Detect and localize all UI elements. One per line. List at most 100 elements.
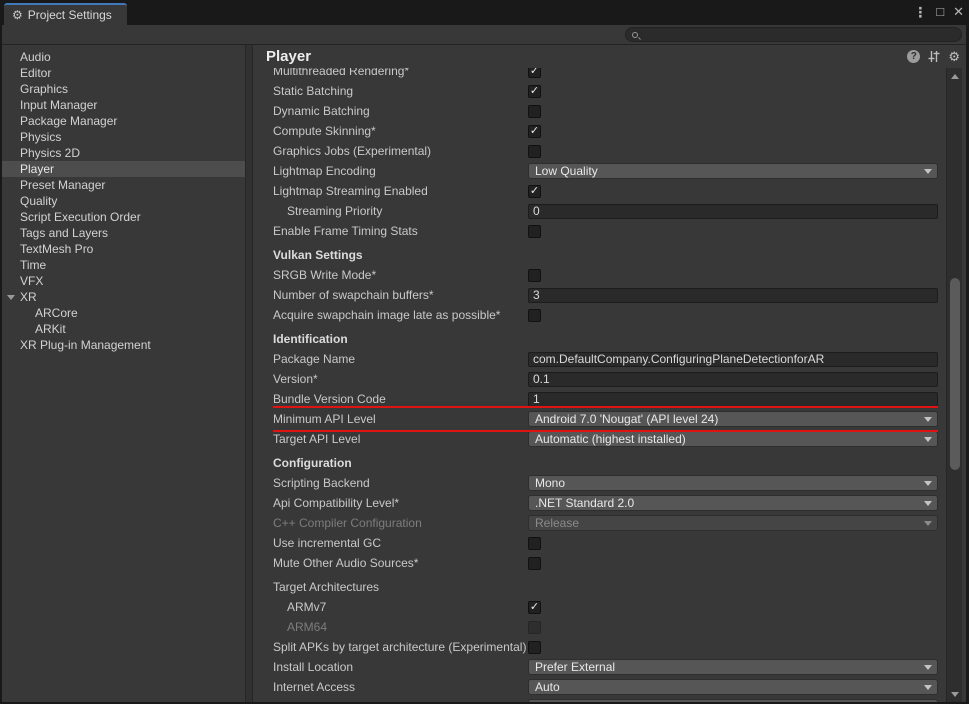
row-enable-frame-timing-stats: Enable Frame Timing Stats xyxy=(273,221,938,241)
chevron-down-icon xyxy=(924,481,932,486)
sidebar-item-time[interactable]: Time xyxy=(2,257,245,273)
chevron-down-icon xyxy=(924,685,932,690)
sidebar-item-tags-and-layers[interactable]: Tags and Layers xyxy=(2,225,245,241)
dropdown-write-permission[interactable]: Internal xyxy=(528,699,938,702)
checkbox-dynamic-batching[interactable] xyxy=(528,105,541,118)
text-field-version[interactable]: 0.1 xyxy=(528,372,938,387)
dropdown-minimum-api-level[interactable]: Android 7.0 'Nougat' (API level 24) xyxy=(528,411,938,427)
window-controls: ⋮ □ ✕ xyxy=(913,3,964,21)
dropdown-api-compatibility-level[interactable]: .NET Standard 2.0 xyxy=(528,495,938,511)
sidebar-item-player[interactable]: Player xyxy=(2,161,245,177)
chevron-down-icon xyxy=(924,501,932,506)
sidebar-item-vfx[interactable]: VFX xyxy=(2,273,245,289)
row-write-permission: Write PermissionInternal xyxy=(273,697,938,702)
sidebar-item-label: Player xyxy=(20,162,54,176)
setting-label: Package Name xyxy=(273,352,528,366)
row-configuration: Configuration xyxy=(273,453,938,473)
checkbox-static-batching[interactable]: ✓ xyxy=(528,85,541,98)
maximize-icon[interactable]: □ xyxy=(936,3,944,21)
row-streaming-priority: Streaming Priority0 xyxy=(273,201,938,221)
sidebar-item-graphics[interactable]: Graphics xyxy=(2,81,245,97)
sidebar-item-xr-plug-in-management[interactable]: XR Plug-in Management xyxy=(2,337,245,353)
scroll-up-icon[interactable] xyxy=(951,74,959,79)
dropdown-install-location[interactable]: Prefer External xyxy=(528,659,938,675)
setting-label: Internet Access xyxy=(273,680,528,694)
text-field-package-name[interactable]: com.DefaultCompany.ConfiguringPlaneDetec… xyxy=(528,352,938,367)
settings-rows: Multithreaded Rendering*✓Static Batching… xyxy=(273,68,938,702)
row-scripting-backend: Scripting BackendMono xyxy=(273,473,938,493)
text-field-bundle-version-code[interactable]: 1 xyxy=(528,392,938,407)
sidebar-item-physics[interactable]: Physics xyxy=(2,129,245,145)
dropdown-value: Auto xyxy=(535,680,560,694)
setting-control: ✓ xyxy=(528,185,938,198)
dropdown-value: Mono xyxy=(535,476,565,490)
setting-control: ✓ xyxy=(528,85,938,98)
sidebar-item-label: Quality xyxy=(20,194,57,208)
tab-title: Project Settings xyxy=(28,8,112,22)
setting-label: Static Batching xyxy=(273,84,528,98)
setting-control: 3 xyxy=(528,288,938,303)
row-internet-access: Internet Access Auto xyxy=(273,677,938,697)
sidebar-item-label: TextMesh Pro xyxy=(20,242,93,256)
dropdown-value: Release xyxy=(535,516,579,530)
sidebar-item-label: Physics xyxy=(20,130,61,144)
panel-splitter[interactable] xyxy=(245,45,253,702)
chevron-down-icon xyxy=(924,521,932,526)
row-target-api-level: Target API LevelAutomatic (highest insta… xyxy=(273,429,938,449)
row-split-apks-by-target-architecture-experimental: Split APKs by target architecture (Exper… xyxy=(273,637,938,657)
search-box[interactable] xyxy=(625,27,962,42)
vertical-scrollbar[interactable] xyxy=(946,68,962,702)
sidebar-item-xr[interactable]: XR xyxy=(2,289,245,305)
sidebar-item-input-manager[interactable]: Input Manager xyxy=(2,97,245,113)
dropdown-internet-access[interactable]: Auto xyxy=(528,679,938,695)
expander-down-icon[interactable] xyxy=(7,295,15,300)
close-icon[interactable]: ✕ xyxy=(953,3,964,21)
scroll-down-icon[interactable] xyxy=(951,692,959,697)
tab-project-settings[interactable]: ⚙ Project Settings xyxy=(4,3,127,25)
sidebar-item-package-manager[interactable]: Package Manager xyxy=(2,113,245,129)
sidebar-item-editor[interactable]: Editor xyxy=(2,65,245,81)
text-field-number-of-swapchain-buffers[interactable]: 3 xyxy=(528,288,938,303)
row-acquire-swapchain-image-late-as-possible: Acquire swapchain image late as possible… xyxy=(273,305,938,325)
row-static-batching: Static Batching✓ xyxy=(273,81,938,101)
checkbox-graphics-jobs-experimental[interactable] xyxy=(528,145,541,158)
presets-icon[interactable] xyxy=(927,50,941,63)
sidebar-item-label: Graphics xyxy=(20,82,68,96)
sidebar-item-preset-manager[interactable]: Preset Manager xyxy=(2,177,245,193)
sidebar-item-textmesh-pro[interactable]: TextMesh Pro xyxy=(2,241,245,257)
checkbox-multithreaded-rendering[interactable]: ✓ xyxy=(528,68,541,78)
checkbox-split-apks-by-target-architecture-experimental[interactable] xyxy=(528,641,541,654)
dropdown-target-api-level[interactable]: Automatic (highest installed) xyxy=(528,431,938,447)
row-identification: Identification xyxy=(273,329,938,349)
dropdown-value: .NET Standard 2.0 xyxy=(535,496,634,510)
checkbox-mute-other-audio-sources[interactable] xyxy=(528,557,541,570)
sidebar-item-quality[interactable]: Quality xyxy=(2,193,245,209)
sidebar-item-arcore[interactable]: ARCore xyxy=(2,305,245,321)
setting-label: Bundle Version Code xyxy=(273,392,528,406)
search-input[interactable] xyxy=(642,29,955,41)
dropdown-value: Internal xyxy=(535,700,575,702)
dropdown-lightmap-encoding[interactable]: Low Quality xyxy=(528,163,938,179)
chevron-down-icon xyxy=(924,169,932,174)
window-menu-icon[interactable]: ⋮ xyxy=(913,3,927,21)
sidebar-item-arkit[interactable]: ARKit xyxy=(2,321,245,337)
gear-icon[interactable]: ⚙ xyxy=(948,49,960,65)
checkbox-lightmap-streaming-enabled[interactable]: ✓ xyxy=(528,185,541,198)
text-field-streaming-priority[interactable]: 0 xyxy=(528,204,938,219)
checkbox-acquire-swapchain-image-late-as-possible[interactable] xyxy=(528,309,541,322)
dropdown-c-compiler-configuration: Release xyxy=(528,515,938,531)
scrollbar-thumb[interactable] xyxy=(950,278,960,470)
setting-label: Lightmap Streaming Enabled xyxy=(273,184,528,198)
sidebar-item-audio[interactable]: Audio xyxy=(2,49,245,65)
dropdown-scripting-backend[interactable]: Mono xyxy=(528,475,938,491)
checkbox-srgb-write-mode[interactable] xyxy=(528,269,541,282)
sidebar-item-physics-2d[interactable]: Physics 2D xyxy=(2,145,245,161)
checkbox-armv7[interactable]: ✓ xyxy=(528,601,541,614)
checkbox-enable-frame-timing-stats[interactable] xyxy=(528,225,541,238)
help-icon[interactable]: ? xyxy=(907,50,920,63)
checkbox-use-incremental-gc[interactable] xyxy=(528,537,541,550)
setting-label: Graphics Jobs (Experimental) xyxy=(273,144,528,158)
setting-label: Split APKs by target architecture (Exper… xyxy=(273,640,528,654)
checkbox-compute-skinning[interactable]: ✓ xyxy=(528,125,541,138)
sidebar-item-script-execution-order[interactable]: Script Execution Order xyxy=(2,209,245,225)
